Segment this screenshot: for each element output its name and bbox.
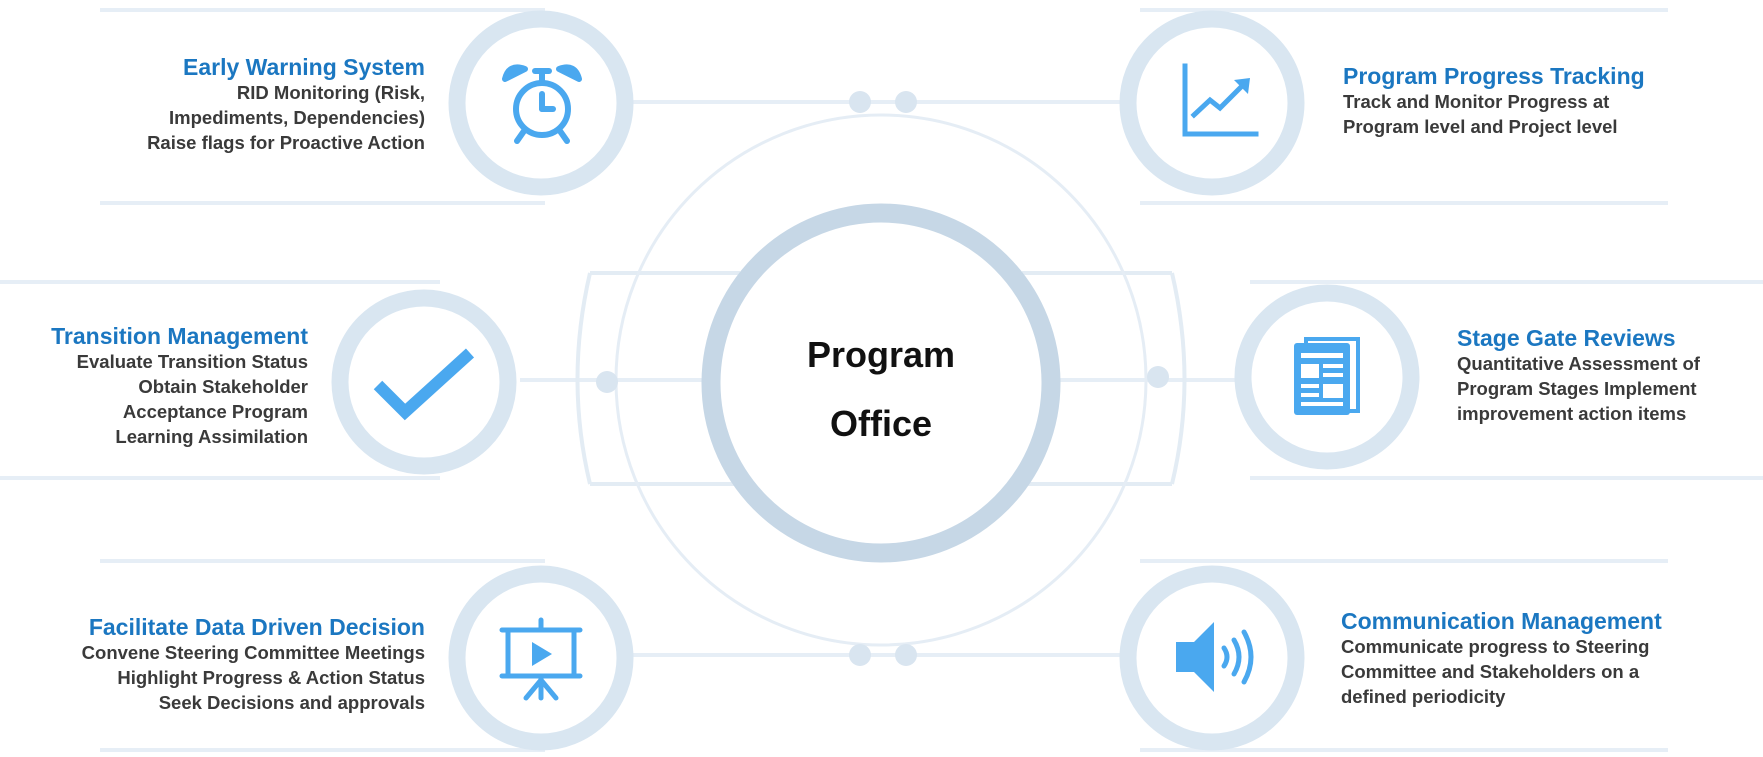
stage-gate-line: improvement action items (1457, 403, 1687, 424)
stage-gate-line: Program Stages Implement (1457, 378, 1697, 399)
communication-line: Committee and Stakeholders on a (1341, 661, 1640, 682)
progress-block: Program Progress Tracking Track and Moni… (1343, 63, 1645, 139)
data-driven-line: Seek Decisions and approvals (158, 692, 425, 713)
transition-line: Evaluate Transition Status (76, 351, 308, 372)
transition-line: Learning Assimilation (115, 426, 308, 447)
newspaper-icon (1294, 337, 1360, 415)
checkmark-icon (373, 348, 475, 421)
communication-line: defined periodicity (1341, 686, 1506, 707)
transition-block: Transition Management Evaluate Transitio… (51, 323, 308, 449)
communication-line: Communicate progress to Steering (1341, 636, 1650, 657)
stage-gate-title: Stage Gate Reviews (1457, 325, 1676, 351)
center-title-line2: Office (829, 403, 933, 444)
early-warning-title: Early Warning System (182, 54, 425, 80)
data-driven-block: Facilitate Data Driven Decision Convene … (82, 614, 425, 715)
stage-gate-line: Quantitative Assessment of (1457, 353, 1700, 374)
transition-line: Obtain Stakeholder (138, 376, 308, 397)
speaker-icon (1176, 622, 1254, 692)
early-warning-line: Raise flags for Proactive Action (147, 132, 425, 153)
transition-title: Transition Management (51, 323, 308, 349)
center-ring (701, 203, 1061, 563)
communication-title: Communication Management (1341, 608, 1662, 634)
early-warning-line: Impediments, Dependencies) (169, 107, 425, 128)
presentation-icon (499, 617, 583, 701)
early-warning-block: Early Warning System RID Monitoring (Ris… (147, 54, 425, 155)
program-office-diagram: Program Office Early Warning System RID … (0, 0, 1763, 757)
data-driven-title: Facilitate Data Driven Decision (88, 614, 425, 640)
communication-block: Communication Management Communicate pro… (1341, 608, 1662, 709)
transition-line: Acceptance Program (122, 401, 308, 422)
center-title-line1: Program (806, 334, 956, 375)
stage-gate-block: Stage Gate Reviews Quantitative Assessme… (1457, 325, 1700, 426)
early-warning-line: RID Monitoring (Risk, (236, 82, 425, 103)
alarm-clock-icon (502, 64, 582, 144)
line-chart-icon (1182, 63, 1259, 137)
data-driven-line: Highlight Progress & Action Status (117, 667, 425, 688)
progress-line: Track and Monitor Progress at (1343, 91, 1610, 112)
progress-title: Program Progress Tracking (1343, 63, 1645, 89)
progress-line: Program level and Project level (1343, 116, 1618, 137)
data-driven-line: Convene Steering Committee Meetings (81, 642, 425, 663)
